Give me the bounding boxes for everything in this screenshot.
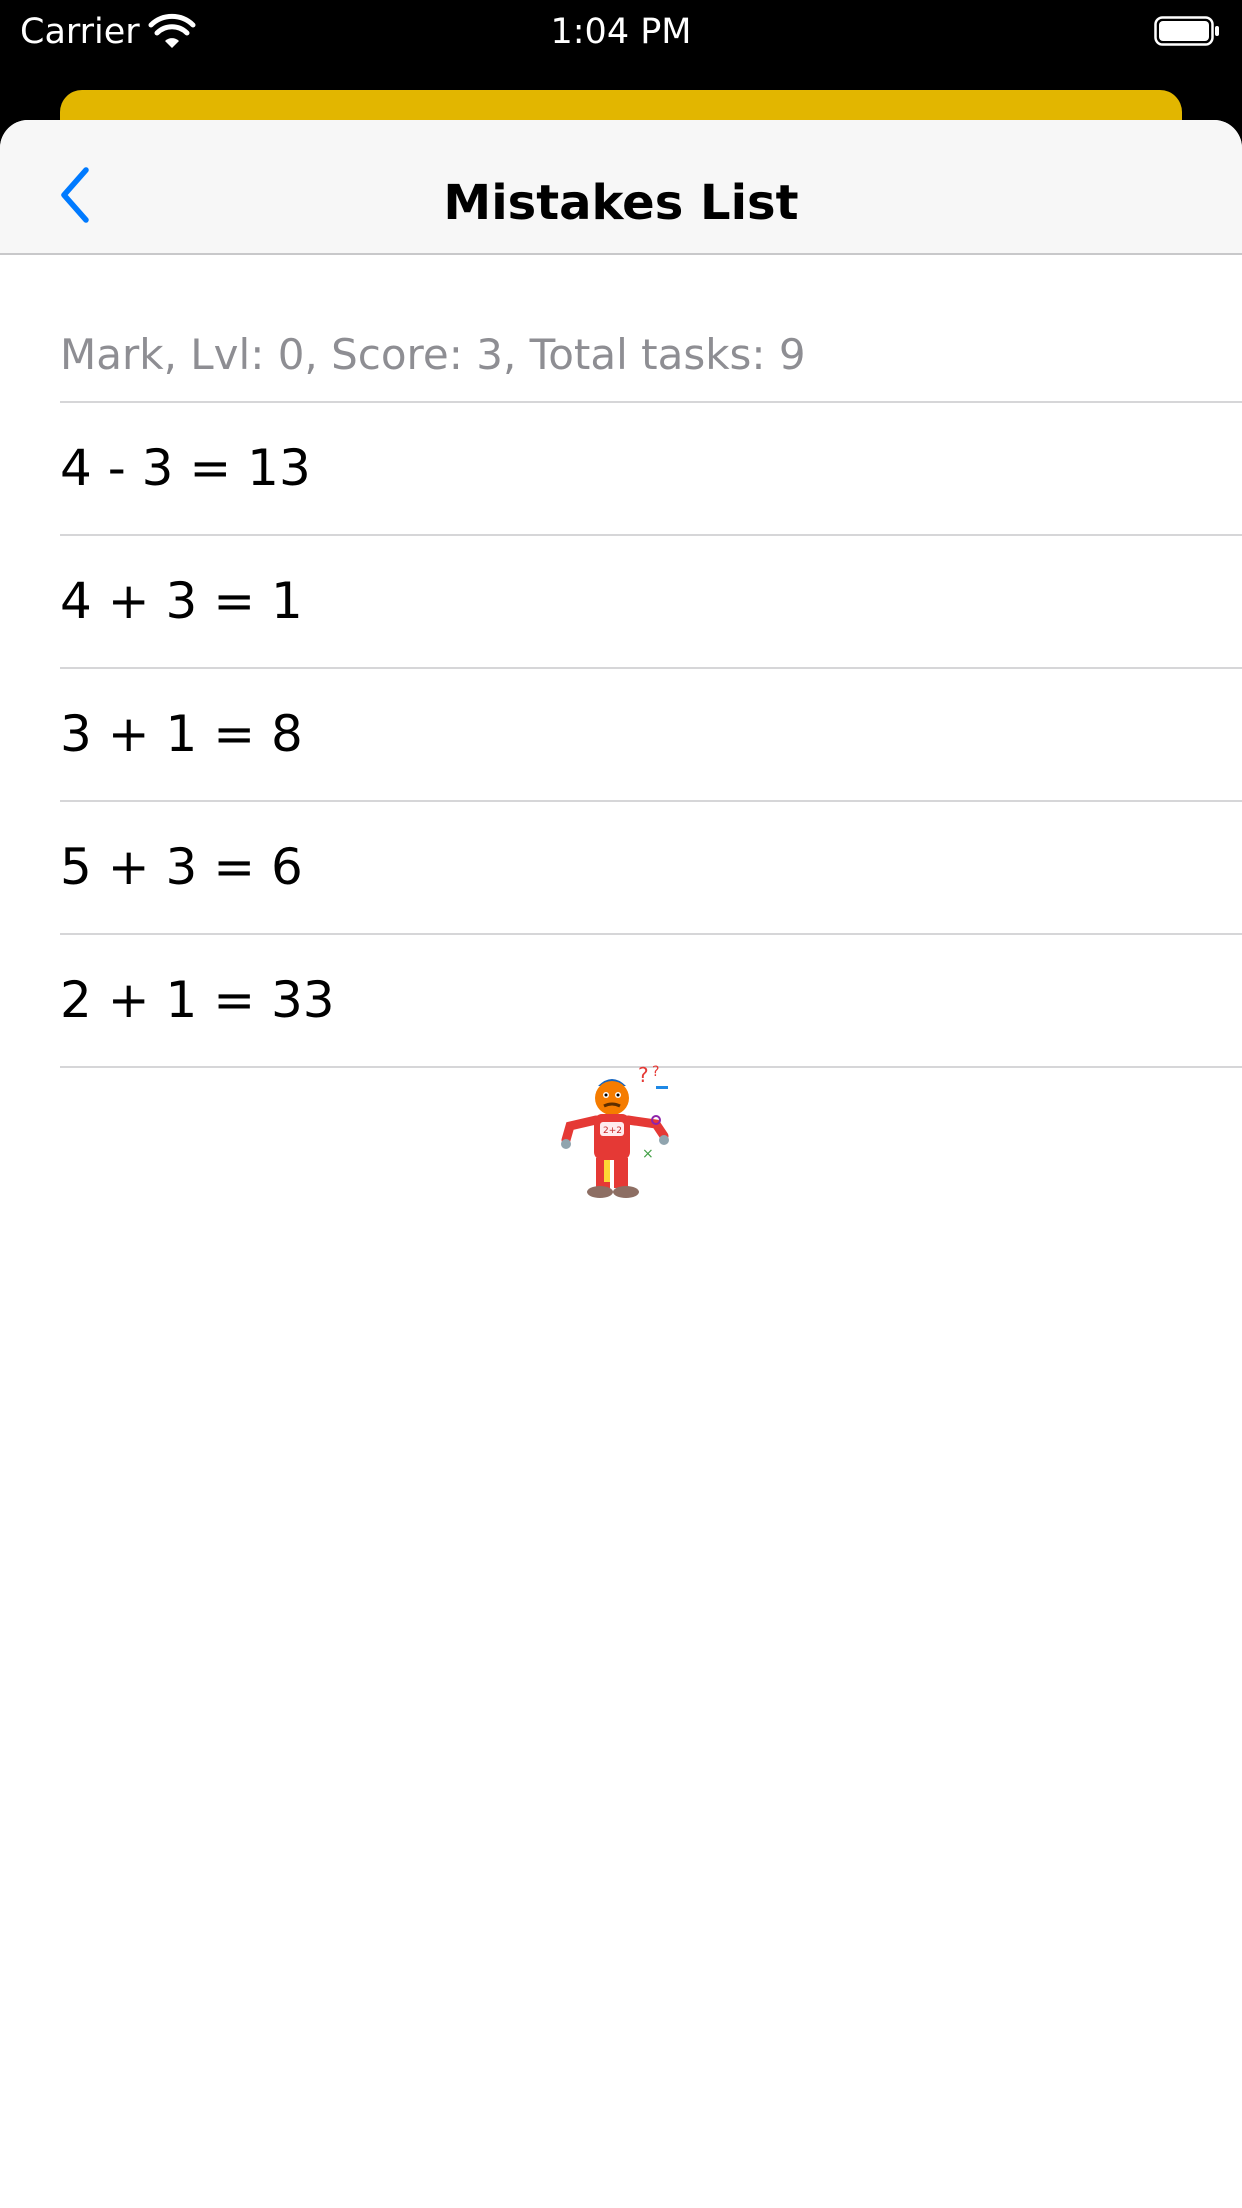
mistake-text: 4 + 3 = 1 bbox=[60, 572, 303, 630]
svg-text:?: ? bbox=[638, 1063, 649, 1087]
list-item[interactable]: 2 + 1 = 33 bbox=[60, 935, 1242, 1068]
list-item[interactable]: 3 + 1 = 8 bbox=[60, 669, 1242, 802]
svg-text:?: ? bbox=[652, 1064, 659, 1080]
mistake-text: 5 + 3 = 6 bbox=[60, 838, 303, 896]
mistake-text: 3 + 1 = 8 bbox=[60, 705, 303, 763]
status-time: 1:04 PM bbox=[550, 12, 692, 52]
mistake-text: 4 - 3 = 13 bbox=[60, 439, 311, 497]
mistakes-list: 4 - 3 = 13 4 + 3 = 1 3 + 1 = 8 5 + 3 = 6… bbox=[0, 403, 1242, 1068]
svg-text:×: × bbox=[642, 1146, 654, 1162]
page-title: Mistakes List bbox=[443, 175, 799, 231]
list-item[interactable]: 4 - 3 = 13 bbox=[60, 403, 1242, 536]
list-item[interactable]: 5 + 3 = 6 bbox=[60, 802, 1242, 935]
mistake-text: 2 + 1 = 33 bbox=[60, 971, 335, 1029]
status-bar: Carrier 1:04 PM bbox=[0, 0, 1242, 64]
modal-sheet: Mistakes List Mark, Lvl: 0, Score: 3, To… bbox=[0, 120, 1242, 2208]
list-item[interactable]: 4 + 3 = 1 bbox=[60, 536, 1242, 669]
battery-icon bbox=[1154, 16, 1219, 46]
confused-mascot-icon: ? ? 2+2 × bbox=[561, 1063, 669, 1198]
svg-text:2+2: 2+2 bbox=[603, 1126, 622, 1136]
summary-text: Mark, Lvl: 0, Score: 3, Total tasks: 9 bbox=[60, 330, 806, 379]
navigation-bar: Mistakes List bbox=[0, 120, 1242, 255]
